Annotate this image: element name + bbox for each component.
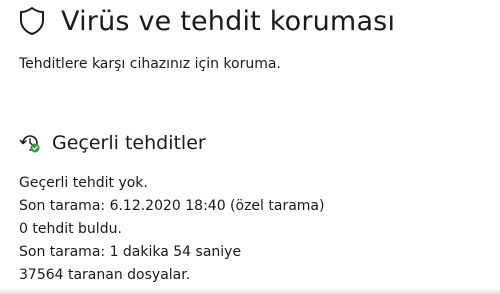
- current-threats-header: Geçerli tehditler: [19, 130, 206, 156]
- virus-threat-protection-page: Virüs ve tehdit koruması Tehditlere karş…: [0, 0, 500, 294]
- files-scanned-count: 37564 taranan dosyalar.: [19, 267, 191, 283]
- scan-info-list: Geçerli tehdit yok. Son tarama: 6.12.202…: [19, 172, 324, 287]
- page-title: Virüs ve tehdit koruması: [61, 5, 396, 37]
- threats-found-count: 0 tehdit buldu.: [19, 221, 122, 237]
- page-subtitle: Tehditlere karşı cihazınız için koruma.: [19, 56, 281, 72]
- bottom-edge-shadow: [0, 288, 500, 294]
- threat-status: Geçerli tehdit yok.: [19, 175, 148, 191]
- last-scan-date: Son tarama: 6.12.2020 18:40 (özel tarama…: [19, 198, 325, 214]
- shield-icon: [19, 6, 45, 36]
- current-threats-title: Geçerli tehditler: [52, 132, 206, 154]
- threat-scan-icon: [19, 132, 41, 154]
- scan-duration: Son tarama: 1 dakika 54 saniye: [19, 244, 242, 260]
- page-header: Virüs ve tehdit koruması: [19, 0, 395, 42]
